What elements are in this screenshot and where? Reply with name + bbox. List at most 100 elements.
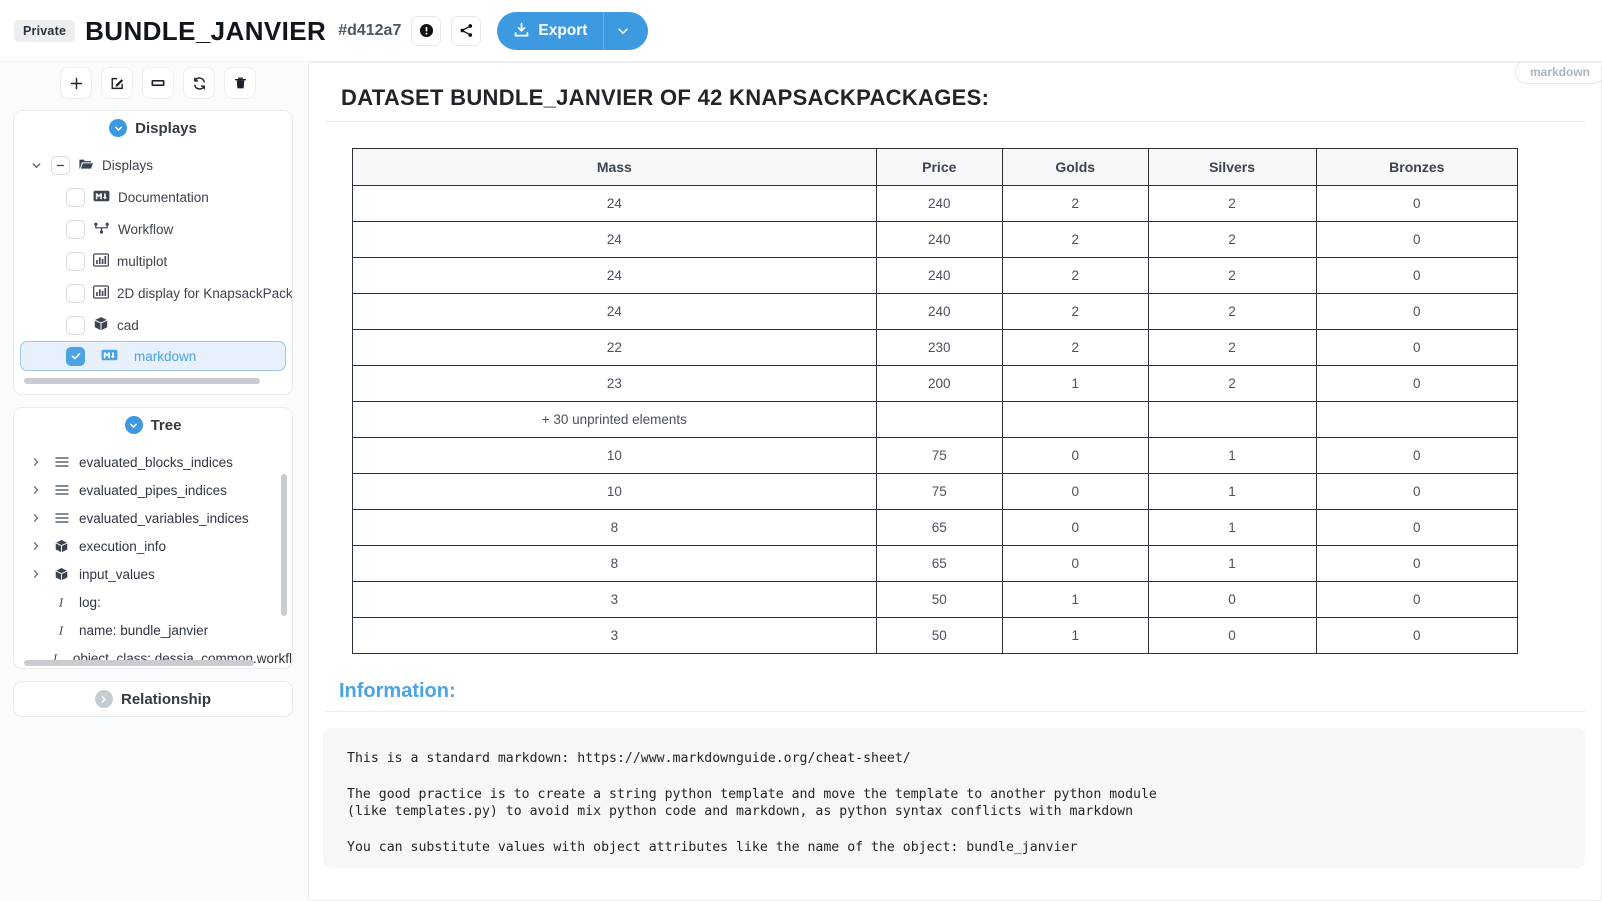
tree-panel: Tree evaluated_blocks_indices evaluated_… — [13, 407, 293, 669]
tree-horizontal-scrollbar[interactable] — [24, 660, 254, 666]
main-content-panel: markdown DATASET BUNDLE_JANVIER OF 42 KN… — [308, 62, 1602, 901]
tree-item-evaluated-blocks-indices[interactable]: evaluated_blocks_indices — [14, 448, 292, 476]
cell-bronzes: 0 — [1315, 545, 1519, 582]
rename-button[interactable] — [142, 67, 174, 99]
cell-golds: 1 — [1001, 581, 1149, 618]
cell-golds: 0 — [1001, 509, 1149, 546]
tree-item-evaluated-variables-indices[interactable]: evaluated_variables_indices — [14, 504, 292, 532]
tree-panel-header[interactable]: Tree — [14, 408, 292, 442]
displays-panel-header[interactable]: Displays — [14, 111, 292, 145]
tree-item-name[interactable]: I name: bundle_janvier — [14, 616, 292, 644]
export-button[interactable]: Export — [497, 11, 649, 50]
delete-button[interactable] — [224, 67, 256, 99]
tree-item-evaluated-pipes-indices[interactable]: evaluated_pipes_indices — [14, 476, 292, 504]
share-button[interactable] — [451, 15, 482, 46]
sidebar-item-label: cad — [117, 317, 139, 333]
cell-mass: 3 — [352, 581, 877, 618]
collapse-all-button[interactable] — [51, 155, 70, 175]
column-header-mass: Mass — [352, 148, 877, 186]
cell-golds: 0 — [1001, 545, 1149, 582]
table-row: 3 50 1 0 0 — [352, 617, 1519, 654]
top-header-bar: Private BUNDLE_JANVIER #d412a7 Export — [0, 0, 1602, 62]
column-header-silvers: Silvers — [1147, 148, 1317, 186]
cell-bronzes: 0 — [1315, 293, 1519, 330]
checkbox[interactable] — [66, 219, 85, 239]
cell-mass: 24 — [352, 293, 877, 330]
cell-golds — [1001, 401, 1149, 438]
info-button[interactable] — [411, 15, 442, 46]
cell-silvers: 1 — [1147, 545, 1317, 582]
list-icon — [53, 512, 70, 524]
chevron-right-icon[interactable] — [30, 540, 44, 552]
cell-bronzes — [1315, 401, 1519, 438]
cube-icon — [53, 539, 70, 553]
svg-text:I: I — [58, 624, 64, 637]
download-icon — [515, 22, 529, 37]
tree-item-input-values[interactable]: input_values — [14, 560, 292, 588]
tab-markdown[interactable]: markdown — [1514, 63, 1601, 84]
svg-text:I: I — [58, 596, 64, 609]
cell-bronzes: 0 — [1315, 185, 1519, 222]
table-body: 24 240 2 2 0 24 240 2 2 0 24 240 2 2 0 24 240 2 2 0 22 23… — [352, 185, 1519, 654]
cell-silvers: 2 — [1147, 329, 1317, 366]
checkbox[interactable] — [66, 187, 85, 207]
tree-item-label: evaluated_variables_indices — [79, 510, 249, 526]
cell-golds: 1 — [1001, 365, 1149, 402]
checkbox[interactable] — [66, 283, 85, 303]
cell-silvers: 2 — [1147, 185, 1317, 222]
information-heading: Information: — [325, 654, 1585, 712]
sidebar-item-label: Workflow — [118, 221, 174, 237]
export-dropdown-toggle[interactable] — [616, 24, 642, 38]
cell-silvers — [1147, 401, 1317, 438]
cell-price: 65 — [875, 509, 1003, 546]
sidebar-item-multiplot[interactable]: multiplot — [14, 245, 292, 277]
cell-mass: 24 — [352, 185, 877, 222]
document-hash: #d412a7 — [338, 21, 402, 39]
dataset-table: Mass Price Golds Silvers Bronzes 24 240 2 2… — [352, 148, 1519, 654]
sidebar-item-label: markdown — [134, 348, 197, 364]
checkbox[interactable] — [66, 315, 85, 335]
displays-panel-title: Displays — [135, 119, 197, 137]
table-row: 24 240 2 2 0 — [352, 257, 1519, 294]
refresh-button[interactable] — [183, 67, 215, 99]
checkbox[interactable] — [66, 346, 85, 366]
chevron-right-icon[interactable] — [30, 568, 44, 580]
column-header-price: Price — [875, 148, 1003, 186]
cell-bronzes: 0 — [1315, 365, 1519, 402]
sidebar-item-documentation[interactable]: Documentation — [14, 181, 292, 213]
cell-price: 75 — [875, 473, 1003, 510]
tree-vertical-scrollbar[interactable] — [281, 474, 287, 616]
tree-item-label: name: bundle_janvier — [79, 622, 209, 638]
tree-item-execution-info[interactable]: execution_info — [14, 532, 292, 560]
tree-panel-title: Tree — [150, 416, 182, 434]
page-title: BUNDLE_JANVIER — [85, 15, 327, 46]
chart-icon — [93, 284, 109, 302]
cell-price — [875, 401, 1003, 438]
table-row: 8 65 0 1 0 — [352, 545, 1519, 582]
chevron-right-icon[interactable] — [30, 456, 44, 468]
chevron-down-icon[interactable] — [30, 159, 43, 172]
cell-price: 240 — [875, 257, 1003, 294]
sidebar-item-cad[interactable]: cad — [14, 309, 292, 341]
chevron-down-icon — [109, 119, 128, 137]
sidebar-item-workflow[interactable]: Workflow — [14, 213, 292, 245]
table-row: 24 240 2 2 0 — [352, 185, 1519, 222]
displays-root-row[interactable]: Displays — [14, 149, 292, 181]
checkbox[interactable] — [66, 251, 85, 271]
chevron-right-icon[interactable] — [30, 512, 44, 524]
tree-item-log[interactable]: I log: — [14, 588, 292, 616]
cell-silvers: 0 — [1147, 581, 1317, 618]
sidebar-item-2d-display[interactable]: 2D display for KnapsackPacka — [14, 277, 292, 309]
column-header-bronzes: Bronzes — [1315, 148, 1519, 186]
edit-button[interactable] — [101, 67, 133, 99]
table-header-row: Mass Price Golds Silvers Bronzes — [352, 148, 1519, 186]
add-button[interactable] — [60, 67, 92, 99]
relationship-panel-title: Relationship — [120, 690, 211, 708]
sidebar-item-markdown[interactable]: markdown — [20, 341, 286, 371]
export-label: Export — [538, 21, 588, 39]
displays-horizontal-scrollbar[interactable] — [24, 378, 260, 384]
markdown-icon — [93, 189, 110, 206]
chevron-right-icon[interactable] — [30, 484, 44, 496]
column-header-golds: Golds — [1001, 148, 1149, 186]
relationship-panel-header[interactable]: Relationship — [14, 682, 292, 716]
